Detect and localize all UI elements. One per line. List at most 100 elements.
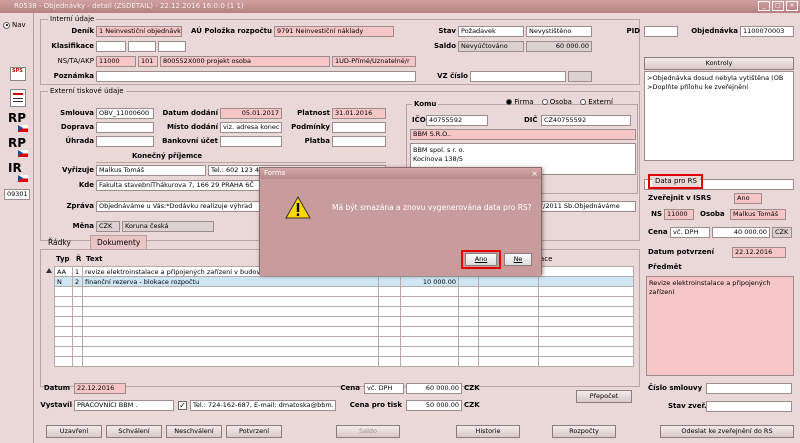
saldo-button[interactable]: Saldo (336, 425, 400, 438)
doprava-field[interactable] (96, 122, 154, 133)
nav-radio[interactable]: Nav (3, 21, 26, 29)
radio-osoba[interactable]: Osoba (541, 98, 572, 106)
ns-field[interactable]: 11000 (96, 56, 136, 67)
denik-field[interactable]: 1 Neinvestiční objednávk (96, 26, 182, 37)
rs-cena-type-field[interactable]: vč. DPH (670, 227, 710, 238)
zverejnit-field[interactable]: Ano (734, 193, 762, 204)
predmet-field[interactable]: Revize elektroinstalace a připojených za… (646, 276, 794, 376)
table-row[interactable] (54, 356, 634, 367)
table-row[interactable] (54, 336, 634, 347)
au-field[interactable]: 9791 Neinvestiční náklady (274, 26, 394, 37)
rs-cena-label: Cena (648, 228, 668, 236)
saldo-label: Saldo (434, 42, 456, 50)
col-r-header: Ř (76, 255, 82, 263)
kontroly-list: >Objednávka dosud nebyla vytištěna (OB >… (644, 71, 794, 161)
cislo-smlouvy-field[interactable] (706, 383, 792, 394)
platnost-field[interactable]: 31.01.2016 (332, 108, 386, 119)
cena-tisk-field[interactable]: 50 000.00 (406, 400, 462, 411)
bankovni-field[interactable] (220, 136, 282, 147)
podminky-field[interactable] (332, 122, 386, 133)
sps-label: SPS (12, 68, 23, 74)
rp-button[interactable]: RP (8, 136, 30, 158)
historie-button[interactable]: Historie (456, 425, 520, 438)
misto-dodani-label: Místo dodání (166, 123, 218, 131)
dialog-message: Má být smazána a znovu vygenerována data… (332, 203, 532, 212)
neschvaleni-button[interactable]: Neschválení (166, 425, 222, 438)
odeslat-rs-button[interactable]: Odeslat ke zveřejnění do RS (660, 425, 794, 438)
footer-cena-value[interactable]: 60 000.00 (406, 383, 462, 394)
document-icon[interactable] (10, 89, 26, 107)
schvaleni-button[interactable]: Schválení (106, 425, 162, 438)
close-button[interactable]: × (786, 1, 798, 11)
cell-typ: N (54, 276, 73, 287)
predmet-label: Předmět (648, 263, 682, 271)
radio-externi[interactable]: Externí (579, 98, 613, 106)
sps-icon[interactable]: SPS (10, 67, 26, 81)
tab-dokumenty[interactable]: Dokumenty (90, 235, 148, 249)
dialog-no-button[interactable]: Ne (504, 253, 532, 266)
cell-r: 2 (72, 276, 83, 287)
rp-cz-button[interactable]: RP (8, 111, 30, 133)
vystavil-field[interactable]: PRACOVNÍCI BBM . (74, 400, 174, 411)
ico-field[interactable]: 40755592 (426, 115, 488, 126)
rozpocty-button[interactable]: Rozpočty (552, 425, 616, 438)
dic-field[interactable]: CZ40755592 (541, 115, 631, 126)
klasifikace-field-1[interactable] (96, 41, 126, 52)
firm-name-field[interactable]: BBM S.R.O.. (410, 129, 636, 140)
datum-field[interactable]: 22.12.2016 (74, 383, 126, 394)
table-row[interactable] (54, 286, 634, 297)
minimize-button[interactable]: _ (758, 1, 770, 11)
prepocet-button[interactable]: Přepočet (576, 390, 632, 403)
uhrada-field[interactable] (96, 136, 154, 147)
table-row[interactable]: N 2 finanční rezerva - blokace rozpočtu … (54, 276, 634, 287)
rp-label: RP (8, 111, 27, 125)
klasifikace-field-3[interactable] (158, 41, 186, 52)
smlouva-field[interactable]: OBV_11000600 (96, 108, 154, 119)
stav-label: Stav (438, 27, 456, 35)
objednavka-field[interactable]: 1100070003 (740, 26, 794, 37)
footer-cena-currency: CZK (464, 384, 480, 392)
table-row[interactable] (54, 346, 634, 357)
internal-group-label: Interní údaje (48, 15, 97, 23)
dialog-close-icon[interactable]: × (531, 169, 538, 178)
uzavreni-button[interactable]: Uzavření (46, 425, 102, 438)
datum-potvrzeni-field[interactable]: 22.12.2016 (732, 247, 786, 258)
rs-ns-field[interactable]: 11000 (664, 209, 694, 220)
rs-label-highlight (648, 174, 703, 189)
radio-firma[interactable]: Firma (506, 98, 534, 106)
poznamka-field[interactable] (96, 71, 416, 82)
kontroly-button[interactable]: Kontroly (644, 57, 794, 70)
platnost-label: Platnost (297, 109, 330, 117)
datum-dodani-field[interactable]: 05.01.2017 (220, 108, 282, 119)
akp-type-field[interactable]: 1UD-Přímé/Uznatelné/r (332, 56, 416, 67)
cell (538, 266, 634, 277)
tab-radky[interactable]: Řádky (42, 236, 77, 249)
tel-field[interactable]: Tel.: 724-162-687, E-mail: dmatoska@bbm. (190, 400, 336, 411)
akp-field[interactable]: 800552X000 projekt osoba (160, 56, 330, 67)
rs-cena-value-field[interactable]: 40 000.00 (712, 227, 770, 238)
ir-button[interactable]: IR (8, 161, 30, 183)
maximize-button[interactable]: □ (772, 1, 784, 11)
pid-field[interactable] (644, 26, 678, 37)
platba-field[interactable] (332, 136, 386, 147)
footer-cena-type[interactable]: vč. DPH (364, 383, 404, 394)
datum-label: Datum (43, 384, 70, 392)
stav-field[interactable]: Požadavek (458, 26, 524, 37)
misto-dodani-field[interactable]: viz. adresa konec (220, 122, 282, 133)
klasifikace-field-2[interactable] (128, 41, 156, 52)
stav-zver-field[interactable] (706, 401, 792, 412)
table-row[interactable] (54, 296, 634, 307)
ta-field[interactable]: 101 (138, 56, 158, 67)
table-row[interactable] (54, 316, 634, 327)
potvrzeni-button[interactable]: Potvrzení (226, 425, 282, 438)
checkbox-icon[interactable]: ✓ (178, 401, 187, 410)
vyrizuje-field[interactable]: Malkus Tomáš (96, 165, 206, 176)
datum-potvrzeni-label: Datum potvrzení (648, 248, 714, 256)
nsta-label: NS/TA/AKP (57, 57, 94, 65)
vzcislo-field[interactable] (470, 71, 566, 82)
zprava-right-field[interactable]: 7/2011 Sb.Objednáváme (536, 201, 636, 212)
rs-osoba-field[interactable]: Malkus Tomáš (730, 209, 786, 220)
table-row[interactable] (54, 326, 634, 337)
print-state-field[interactable]: Nevystištěno (526, 26, 592, 37)
table-row[interactable] (54, 306, 634, 317)
